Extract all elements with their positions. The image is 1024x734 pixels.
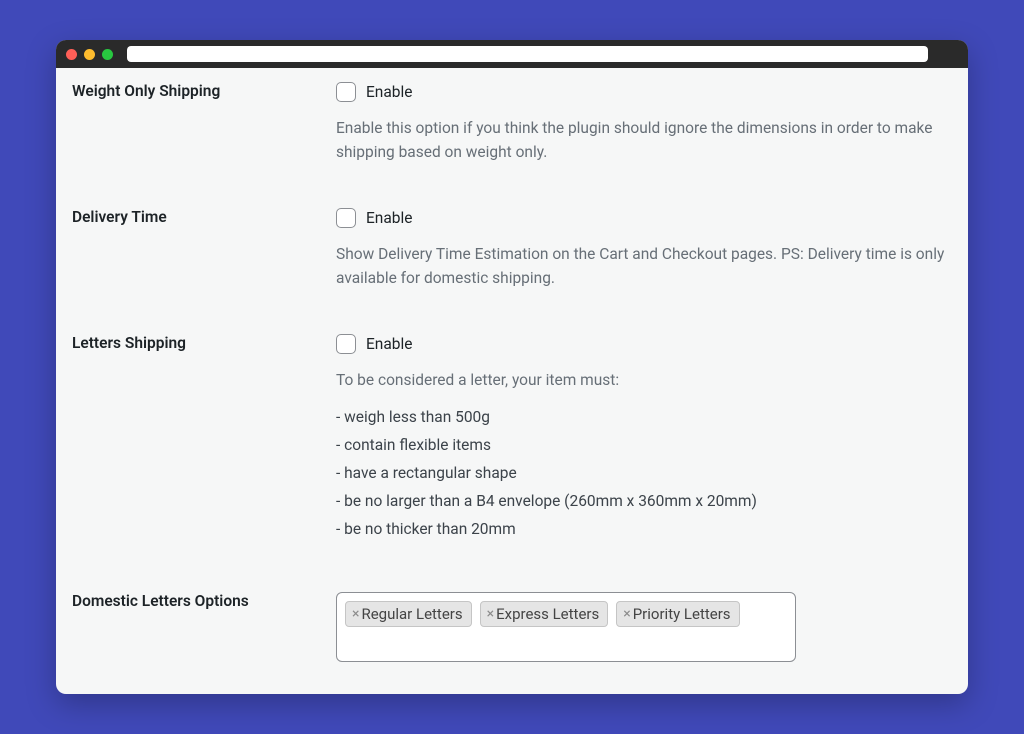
enable-label: Enable bbox=[366, 209, 413, 227]
setting-label: Delivery Time bbox=[72, 208, 336, 226]
list-item: - contain flexible items bbox=[336, 436, 952, 454]
setting-label: Domestic Letters Options bbox=[72, 592, 336, 610]
setting-description: Enable this option if you think the plug… bbox=[336, 116, 952, 164]
tag-express-letters[interactable]: × Express Letters bbox=[480, 601, 609, 627]
remove-tag-icon[interactable]: × bbox=[487, 607, 494, 621]
enable-line: Enable bbox=[336, 334, 952, 354]
list-item: - be no thicker than 20mm bbox=[336, 520, 952, 538]
enable-label: Enable bbox=[366, 335, 413, 353]
enable-label: Enable bbox=[366, 83, 413, 101]
traffic-lights bbox=[66, 49, 113, 60]
letters-checkbox[interactable] bbox=[336, 334, 356, 354]
window-close-button[interactable] bbox=[66, 49, 77, 60]
setting-body: Enable Enable this option if you think t… bbox=[336, 82, 952, 164]
setting-row-domestic-letters: Domestic Letters Options × Regular Lette… bbox=[72, 592, 952, 662]
setting-label: Letters Shipping bbox=[72, 334, 336, 352]
weight-only-checkbox[interactable] bbox=[336, 82, 356, 102]
setting-body: × Regular Letters × Express Letters × Pr… bbox=[336, 592, 952, 662]
settings-content: Weight Only Shipping Enable Enable this … bbox=[56, 68, 968, 694]
list-item: - have a rectangular shape bbox=[336, 464, 952, 482]
tag-regular-letters[interactable]: × Regular Letters bbox=[345, 601, 472, 627]
remove-tag-icon[interactable]: × bbox=[352, 607, 359, 621]
window-titlebar bbox=[56, 40, 968, 68]
setting-body: Enable To be considered a letter, your i… bbox=[336, 334, 952, 548]
window-fullscreen-button[interactable] bbox=[102, 49, 113, 60]
setting-row-letters: Letters Shipping Enable To be considered… bbox=[72, 334, 952, 548]
list-item: - be no larger than a B4 envelope (260mm… bbox=[336, 492, 952, 510]
setting-row-delivery-time: Delivery Time Enable Show Delivery Time … bbox=[72, 208, 952, 290]
delivery-time-checkbox[interactable] bbox=[336, 208, 356, 228]
tag-priority-letters[interactable]: × Priority Letters bbox=[616, 601, 739, 627]
letters-requirements-list: - weigh less than 500g - contain flexibl… bbox=[336, 408, 952, 538]
setting-label: Weight Only Shipping bbox=[72, 82, 336, 100]
tag-label: Express Letters bbox=[496, 605, 599, 623]
setting-body: Enable Show Delivery Time Estimation on … bbox=[336, 208, 952, 290]
browser-window: Weight Only Shipping Enable Enable this … bbox=[56, 40, 968, 694]
list-item: - weigh less than 500g bbox=[336, 408, 952, 426]
domestic-letters-multiselect[interactable]: × Regular Letters × Express Letters × Pr… bbox=[336, 592, 796, 662]
setting-row-weight-only: Weight Only Shipping Enable Enable this … bbox=[72, 82, 952, 164]
setting-description: Show Delivery Time Estimation on the Car… bbox=[336, 242, 952, 290]
remove-tag-icon[interactable]: × bbox=[623, 607, 630, 621]
url-bar[interactable] bbox=[127, 46, 928, 62]
enable-line: Enable bbox=[336, 208, 952, 228]
setting-description: To be considered a letter, your item mus… bbox=[336, 368, 952, 392]
tag-label: Priority Letters bbox=[633, 605, 731, 623]
enable-line: Enable bbox=[336, 82, 952, 102]
tag-label: Regular Letters bbox=[361, 605, 462, 623]
window-minimize-button[interactable] bbox=[84, 49, 95, 60]
